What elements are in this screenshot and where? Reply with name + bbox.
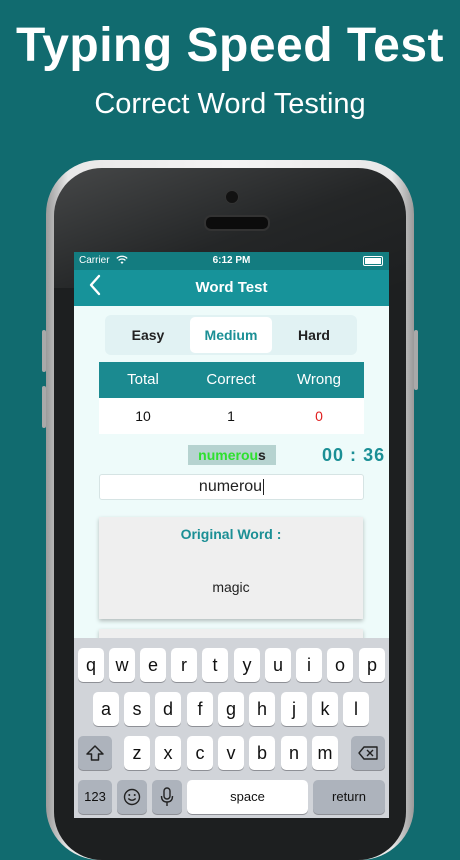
key-i[interactable]: i: [296, 648, 322, 682]
key-j[interactable]: j: [281, 692, 307, 726]
score-wrong-value: 0: [315, 408, 323, 424]
original-word-title: Original Word :: [180, 526, 282, 542]
score-correct-value: 1: [227, 408, 235, 424]
score-header-correct: Correct: [206, 371, 256, 388]
score-values-row: 10 1 0: [99, 398, 364, 434]
return-key[interactable]: return: [313, 780, 385, 814]
difficulty-easy-button[interactable]: Easy: [107, 317, 189, 353]
key-n[interactable]: n: [281, 736, 307, 770]
current-word: numerous: [188, 445, 276, 465]
typing-input[interactable]: numerou: [99, 474, 364, 500]
battery-icon: [363, 256, 383, 266]
score-header-row: Total Correct Wrong: [99, 362, 364, 398]
key-b[interactable]: b: [249, 736, 275, 770]
difficulty-hard-button[interactable]: Hard: [273, 317, 355, 353]
key-x[interactable]: x: [155, 736, 181, 770]
key-h[interactable]: h: [249, 692, 275, 726]
difficulty-selector: Easy Medium Hard: [105, 315, 357, 355]
key-t[interactable]: t: [202, 648, 228, 682]
hero-title: Typing Speed Test: [15, 19, 445, 72]
key-s[interactable]: s: [124, 692, 150, 726]
space-key[interactable]: space: [187, 780, 308, 814]
key-c[interactable]: c: [187, 736, 213, 770]
text-caret: [263, 478, 265, 495]
key-f[interactable]: f: [187, 692, 213, 726]
key-o[interactable]: o: [327, 648, 353, 682]
current-word-typed: numerou: [198, 447, 259, 463]
score-header-wrong: Wrong: [297, 371, 341, 388]
original-word-value: magic: [212, 579, 250, 595]
score-total-value: 10: [135, 408, 151, 424]
key-a[interactable]: a: [93, 692, 119, 726]
delete-key[interactable]: [351, 736, 385, 770]
front-camera-icon: [225, 190, 239, 204]
emoji-key[interactable]: [117, 780, 147, 814]
key-l[interactable]: l: [343, 692, 369, 726]
key-m[interactable]: m: [312, 736, 338, 770]
key-v[interactable]: v: [218, 736, 244, 770]
emoji-icon: [123, 788, 141, 806]
nav-bar: Word Test: [74, 270, 389, 306]
timer-separator: :: [350, 445, 358, 465]
backspace-icon: [358, 746, 378, 760]
earpiece-speaker: [204, 215, 270, 231]
key-w[interactable]: w: [109, 648, 135, 682]
app-screen: Carrier 6:12 PM Word Test Easy Medium Ha…: [74, 252, 389, 818]
score-header-total: Total: [127, 371, 159, 388]
original-word-card: Original Word : magic: [99, 517, 363, 619]
numbers-key[interactable]: 123: [78, 780, 112, 814]
key-z[interactable]: z: [124, 736, 150, 770]
timer-seconds: 36: [363, 445, 386, 465]
timer: 00 : 36: [322, 445, 385, 466]
key-e[interactable]: e: [140, 648, 166, 682]
timer-minutes: 00: [322, 445, 345, 465]
microphone-icon: [160, 787, 174, 806]
key-y[interactable]: y: [234, 648, 260, 682]
onscreen-keyboard: q w e r t y u i o p a s d f g h j k l z …: [74, 638, 389, 818]
volume-button: [42, 386, 46, 428]
key-u[interactable]: u: [265, 648, 291, 682]
page-title: Word Test: [195, 279, 268, 296]
key-r[interactable]: r: [171, 648, 197, 682]
current-word-remaining: s: [258, 447, 266, 463]
key-q[interactable]: q: [78, 648, 104, 682]
key-k[interactable]: k: [312, 692, 338, 726]
key-g[interactable]: g: [218, 692, 244, 726]
key-d[interactable]: d: [155, 692, 181, 726]
volume-button: [42, 330, 46, 372]
status-bar: Carrier 6:12 PM: [74, 252, 389, 270]
power-button: [414, 330, 418, 390]
key-p[interactable]: p: [359, 648, 385, 682]
microphone-key[interactable]: [152, 780, 182, 814]
typing-input-value: numerou: [198, 478, 263, 495]
shift-key[interactable]: [78, 736, 112, 770]
difficulty-medium-button[interactable]: Medium: [190, 317, 272, 353]
shift-icon: [86, 745, 104, 761]
status-time: 6:12 PM: [212, 255, 251, 266]
hero-subtitle: Correct Word Testing: [94, 88, 366, 120]
